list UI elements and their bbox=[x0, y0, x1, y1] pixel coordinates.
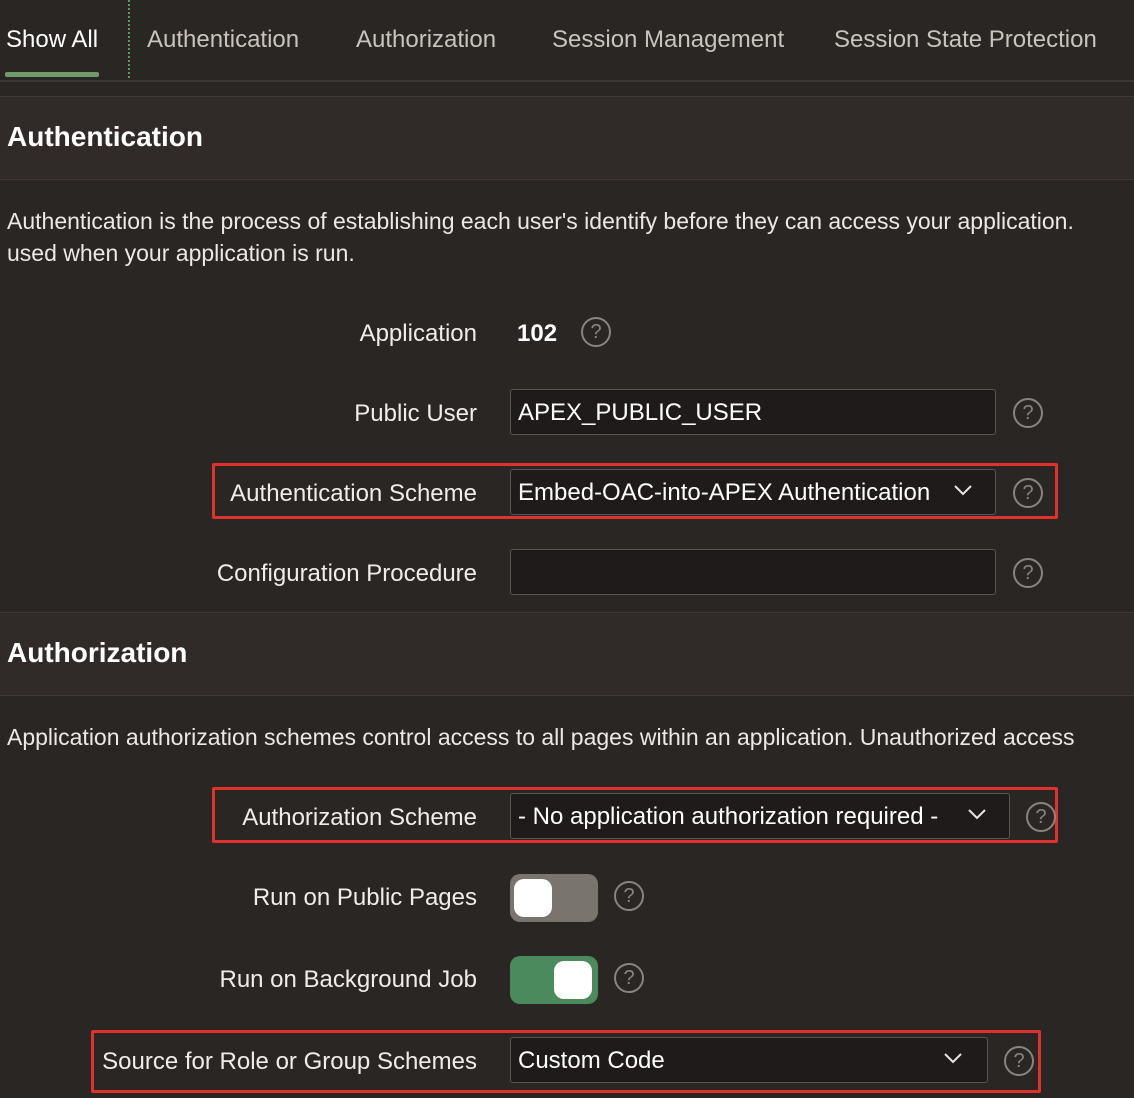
public-user-field[interactable]: APEX_PUBLIC_USER bbox=[510, 389, 996, 435]
public-user-value: APEX_PUBLIC_USER bbox=[518, 399, 763, 426]
toggle-knob bbox=[554, 961, 592, 999]
configuration-procedure-field[interactable] bbox=[510, 549, 996, 595]
tab-authentication[interactable]: Authentication bbox=[147, 26, 299, 54]
help-icon[interactable]: ? bbox=[1013, 478, 1043, 508]
application-label: Application bbox=[359, 320, 477, 347]
toggle-knob bbox=[514, 879, 552, 917]
authentication-scheme-value: Embed-OAC-into-APEX Authentication bbox=[518, 479, 931, 506]
authorization-description: Application authorization schemes contro… bbox=[7, 724, 1075, 750]
configuration-procedure-label: Configuration Procedure bbox=[216, 560, 477, 587]
help-icon[interactable]: ? bbox=[1026, 802, 1056, 832]
chevron-down-icon bbox=[954, 485, 972, 496]
help-icon[interactable]: ? bbox=[614, 963, 644, 993]
help-icon[interactable]: ? bbox=[614, 881, 644, 911]
help-icon[interactable]: ? bbox=[581, 317, 611, 347]
chevron-down-icon bbox=[944, 1053, 962, 1064]
run-on-public-pages-toggle[interactable] bbox=[510, 874, 598, 922]
source-role-group-value: Custom Code bbox=[518, 1047, 665, 1074]
chevron-down-icon bbox=[968, 809, 986, 820]
authentication-description-line1: Authentication is the process of establi… bbox=[7, 208, 1074, 234]
help-icon[interactable]: ? bbox=[1013, 398, 1043, 428]
tab-authorization[interactable]: Authorization bbox=[356, 26, 496, 54]
source-role-group-select[interactable]: Custom Code bbox=[510, 1037, 988, 1083]
application-id-value: 102 bbox=[517, 320, 558, 347]
help-icon[interactable]: ? bbox=[1013, 558, 1043, 588]
authorization-scheme-label: Authorization Scheme bbox=[242, 804, 477, 831]
active-tab-indicator bbox=[5, 72, 99, 77]
run-on-background-job-toggle[interactable] bbox=[510, 956, 598, 1004]
run-on-background-job-label: Run on Background Job bbox=[219, 966, 477, 993]
authentication-description-line2: used when your application is run. bbox=[7, 240, 355, 266]
tab-session-management[interactable]: Session Management bbox=[552, 26, 784, 54]
authorization-scheme-value: - No application authorization required … bbox=[518, 803, 939, 830]
public-user-label: Public User bbox=[354, 400, 477, 427]
source-role-group-label: Source for Role or Group Schemes bbox=[102, 1048, 477, 1075]
authorization-heading: Authorization bbox=[7, 637, 188, 668]
tab-session-state-protection[interactable]: Session State Protection bbox=[834, 26, 1097, 54]
tab-bar: Show All Authentication Authorization Se… bbox=[0, 0, 1134, 82]
tab-divider bbox=[128, 0, 130, 78]
authentication-section-header: Authentication bbox=[0, 96, 1134, 180]
run-on-public-pages-label: Run on Public Pages bbox=[252, 884, 477, 911]
authorization-section-header: Authorization bbox=[0, 612, 1134, 696]
tab-show-all[interactable]: Show All bbox=[6, 26, 98, 54]
authorization-scheme-select[interactable]: - No application authorization required … bbox=[510, 793, 1010, 839]
authentication-heading: Authentication bbox=[7, 121, 203, 152]
authentication-scheme-label: Authentication Scheme bbox=[230, 480, 477, 507]
help-icon[interactable]: ? bbox=[1004, 1046, 1034, 1076]
authentication-scheme-select[interactable]: Embed-OAC-into-APEX Authentication bbox=[510, 469, 996, 515]
